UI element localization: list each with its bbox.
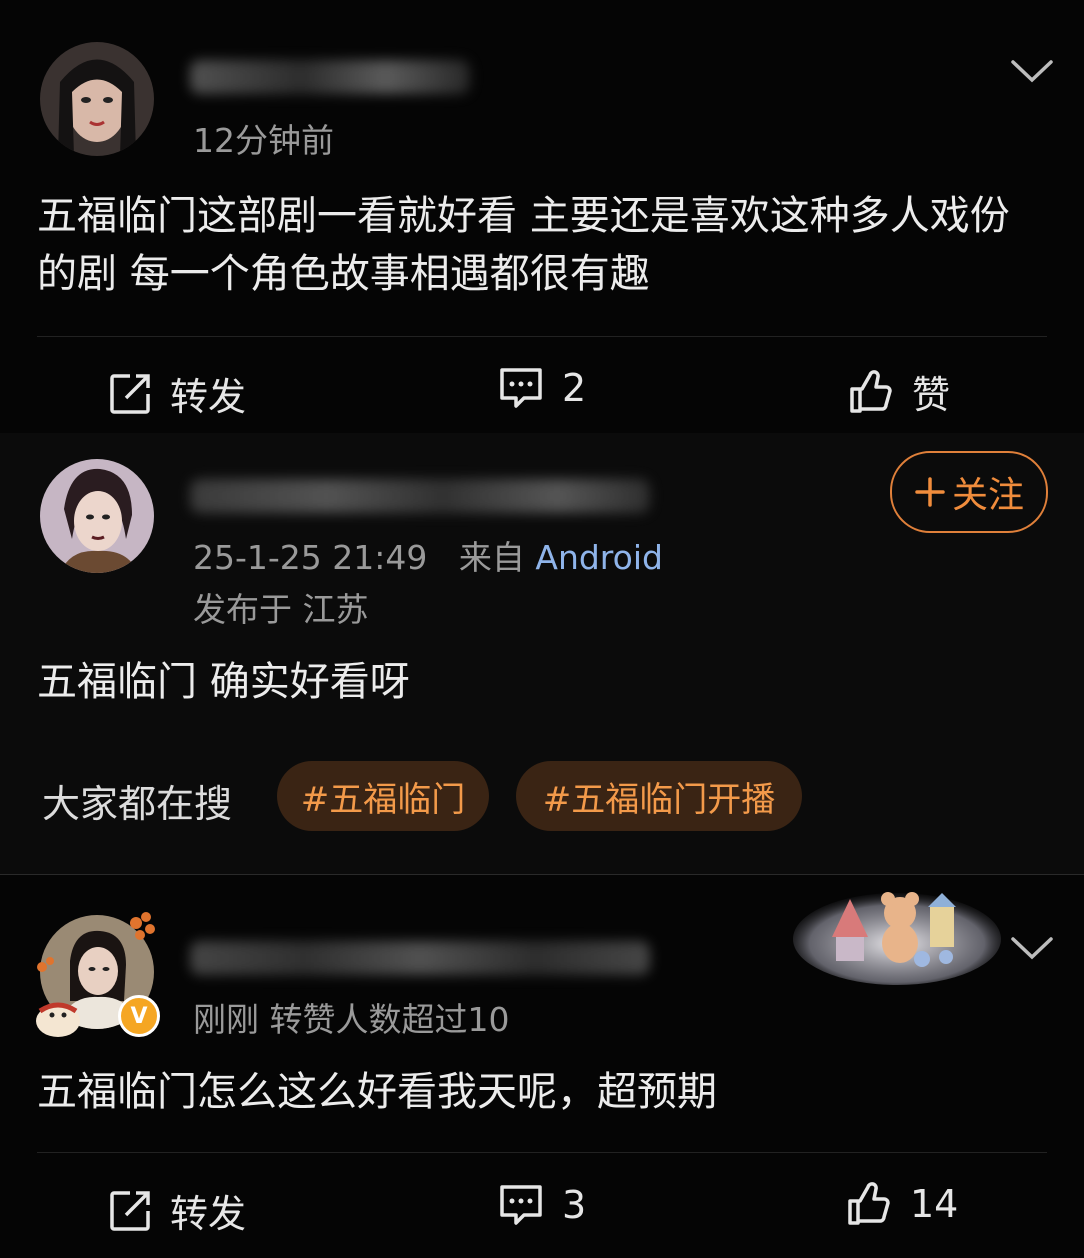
hashtag-chip[interactable]: #五福临门 [277, 761, 489, 831]
comment-button[interactable]: 3 [498, 1183, 586, 1227]
post-3: V 刚刚 转赞人数超过10 五福临门怎么这么好看我天呢，超预期 转发 3 14 [0, 875, 1084, 1258]
post-meta: 25-1-25 21:49 来自 Android [193, 531, 663, 579]
post-content: 五福临门怎么这么好看我天呢，超预期 [37, 1069, 717, 1115]
thumbs-up-icon [850, 369, 892, 413]
post-content: 五福临门这部剧一看就好看 主要还是喜欢这种多人戏份的剧 每一个角色故事相遇都很有… [37, 193, 1010, 297]
post-2: 关注 25-1-25 21:49 来自 Android 发布于 江苏 五福临门 … [0, 433, 1084, 875]
like-count: 14 [910, 1182, 959, 1226]
action-divider [37, 336, 1047, 337]
hashtag-chip[interactable]: #五福临门开播 [516, 761, 802, 831]
repost-icon [110, 373, 150, 414]
like-button[interactable]: 14 [846, 1181, 958, 1227]
post-date: 25-1-25 21:49 [193, 538, 428, 577]
repost-button[interactable]: 转发 [108, 1183, 246, 1238]
post-meta: 刚刚 转赞人数超过10 [193, 1000, 510, 1039]
action-divider [37, 1152, 1047, 1153]
plus-icon [915, 477, 945, 507]
post-location: 发布于 江苏 [193, 590, 369, 629]
username-blurred[interactable] [190, 941, 650, 975]
follow-label: 关注 [951, 475, 1024, 516]
comment-icon [500, 368, 542, 408]
chevron-down-icon[interactable] [1010, 58, 1054, 86]
verified-v-icon: V [118, 995, 160, 1037]
post-1: 12分钟前 五福临门这部剧一看就好看 主要还是喜欢这种多人戏份的剧 每一个角色故… [0, 0, 1084, 433]
comment-icon [500, 1185, 542, 1225]
source-link[interactable]: Android [535, 538, 663, 577]
repost-label: 转发 [170, 1192, 247, 1236]
user-avatar[interactable] [40, 459, 154, 573]
decorative-card-sticker [793, 892, 1001, 985]
follow-button[interactable]: 关注 [890, 451, 1048, 533]
comment-button[interactable]: 2 [498, 366, 586, 410]
source-prefix: 来自 [458, 538, 525, 577]
repost-label: 转发 [170, 375, 247, 419]
trending-search-label: 大家都在搜 [42, 782, 233, 826]
user-avatar[interactable] [40, 42, 154, 156]
chevron-down-icon[interactable] [1010, 935, 1054, 963]
comment-count: 3 [562, 1183, 587, 1227]
repost-button[interactable]: 转发 [108, 366, 246, 421]
username-blurred[interactable] [190, 479, 650, 513]
like-label: 赞 [912, 373, 951, 417]
like-button[interactable]: 赞 [848, 364, 950, 419]
post-content: 五福临门 确实好看呀 [37, 659, 410, 705]
comment-count: 2 [562, 366, 587, 410]
post-time: 12分钟前 [193, 121, 334, 160]
username-blurred[interactable] [190, 60, 470, 94]
thumbs-up-icon [848, 1182, 890, 1225]
repost-icon [110, 1190, 150, 1231]
